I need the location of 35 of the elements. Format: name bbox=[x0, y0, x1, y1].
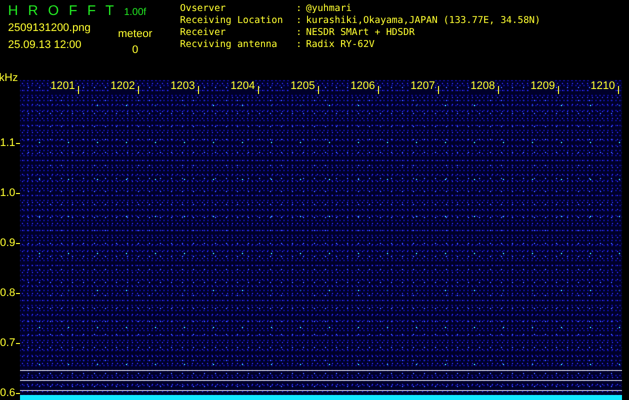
axis-tick-label: 0.9 bbox=[0, 237, 16, 249]
axis-tick-label: 1201 bbox=[50, 80, 75, 92]
colon-separator: : bbox=[296, 27, 303, 39]
axis-tick-label: 1203 bbox=[170, 80, 195, 92]
version-label: 1.00f bbox=[124, 7, 146, 18]
axis-tick-label: 1207 bbox=[410, 80, 435, 92]
axis-tick-label: 1.1 bbox=[0, 137, 16, 149]
info-value: Radix RY-62V bbox=[306, 39, 375, 51]
info-value: kurashiki,Okayama,JAPAN (133.77E, 34.58N) bbox=[306, 15, 540, 27]
axis-tick-label: 0.7 bbox=[0, 337, 16, 349]
colon-separator: : bbox=[296, 39, 303, 51]
axis-tick-label: 1205 bbox=[290, 80, 315, 92]
colon-separator: : bbox=[296, 15, 303, 27]
app-title: H R O F F T bbox=[8, 2, 114, 18]
info-value: @yuhmari bbox=[306, 3, 352, 15]
axis-tick-label: 1202 bbox=[110, 80, 135, 92]
axis-tick-label: 1206 bbox=[350, 80, 375, 92]
axis-tick-label: 0.8 bbox=[0, 287, 16, 299]
info-label: Ovserver bbox=[180, 3, 227, 15]
axis-unit: kHz bbox=[0, 72, 19, 84]
counter-label: meteor bbox=[118, 28, 152, 40]
info-label: Receiver bbox=[180, 27, 227, 39]
axis-tick-label: 1208 bbox=[470, 80, 495, 92]
counter-value: 0 bbox=[132, 44, 138, 56]
date-time: 25.09.13 12:00 bbox=[8, 39, 82, 51]
axis-tick-label: 1209 bbox=[530, 80, 555, 92]
info-label: Receiving Location bbox=[180, 15, 284, 27]
axis-tick-label: 1210 bbox=[590, 80, 615, 92]
file-name: 2509131200.png bbox=[8, 22, 92, 34]
info-label: Recviving antenna bbox=[180, 39, 278, 51]
colon-separator: : bbox=[296, 3, 303, 15]
axis-tick-label: 1.0 bbox=[0, 187, 16, 199]
info-value: NESDR SMArt + HDSDR bbox=[306, 27, 415, 39]
axis-tick-label: 1204 bbox=[230, 80, 255, 92]
axis-tick-label: 0.6 bbox=[0, 387, 16, 399]
